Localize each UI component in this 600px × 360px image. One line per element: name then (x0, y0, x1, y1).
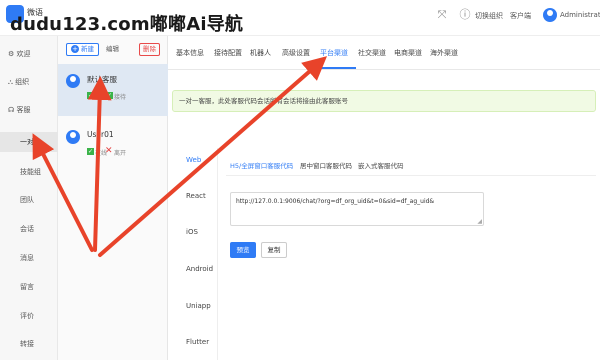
status-tag: 接待 (114, 94, 127, 101)
edit-button[interactable]: 编辑 (103, 43, 122, 56)
platform-tabs: Web React iOS Android Uniapp Flutter (168, 148, 218, 360)
nav-sessions[interactable]: 会话 (0, 219, 58, 239)
platform-flutter[interactable]: Flutter (186, 338, 209, 346)
agent-item-user01[interactable]: User01 ✓ 在线 ✕ 离开 (58, 120, 168, 172)
check-icon: ✓ (106, 92, 113, 99)
platform-ios[interactable]: iOS (186, 228, 198, 236)
nav-leave-message[interactable]: 留言 (0, 277, 58, 297)
tab-overseas-channels[interactable]: 海外渠道 (430, 48, 458, 58)
cross-icon: ✕ (105, 146, 113, 156)
nav-service[interactable]: ☊ 客服 (0, 100, 58, 120)
info-notice: 一对一客服，此处客服代码会话所有会话将接由此客服账号 (172, 90, 596, 112)
platform-android[interactable]: Android (186, 265, 213, 273)
code-text: http://127.0.0.1:9006/chat/?org=df_org_u… (236, 198, 435, 205)
status-tag: 离开 (114, 150, 127, 157)
delete-button[interactable]: 删除 (139, 43, 160, 56)
tab-ecommerce-channels[interactable]: 电商渠道 (394, 48, 422, 58)
tab-reception[interactable]: 接待配置 (214, 48, 242, 58)
tab-platform-channels[interactable]: 平台渠道 (320, 48, 348, 58)
left-nav: ⚙ 欢迎 ⛬ 组织 ☊ 客服 一对一 技能组 团队 会话 消息 留言 评价 转接 (0, 36, 58, 360)
platform-uniapp[interactable]: Uniapp (186, 302, 211, 310)
agent-name: 默认客服 (87, 75, 117, 84)
new-button[interactable]: + 新建 (66, 43, 99, 56)
nav-transfer[interactable]: 转接 (0, 334, 58, 354)
check-icon: ✓ (87, 92, 94, 99)
tab-basic-info[interactable]: 基本信息 (176, 48, 204, 58)
expand-icon[interactable]: ⤧ (436, 9, 448, 21)
user-avatar[interactable] (543, 8, 557, 22)
client-link[interactable]: 客户端 (510, 11, 531, 21)
info-icon: ⓘ (459, 8, 471, 21)
settings-tabs: 基本信息 接待配置 机器人 高级设置 平台渠道 社交渠道 电商渠道 海外渠道 (168, 36, 600, 70)
plus-icon: + (71, 45, 79, 53)
tab-robot[interactable]: 机器人 (250, 48, 271, 58)
nav-messages[interactable]: 消息 (0, 248, 58, 268)
tab-embedded-code[interactable]: 嵌入式客服代码 (358, 160, 404, 170)
active-tab-indicator (320, 67, 356, 69)
nav-rating[interactable]: 评价 (0, 306, 58, 326)
tab-advanced[interactable]: 高级设置 (282, 48, 310, 58)
tab-social-channels[interactable]: 社交渠道 (358, 48, 386, 58)
platform-web[interactable]: Web (186, 156, 201, 164)
code-type-tabs: H5/全屏窗口客服代码 居中窗口客服代码 嵌入式客服代码 (226, 154, 596, 176)
platform-react[interactable]: React (186, 192, 206, 200)
nav-welcome[interactable]: ⚙ 欢迎 (0, 44, 58, 64)
nav-team[interactable]: 团队 (0, 190, 58, 210)
avatar (66, 74, 80, 88)
code-textarea[interactable]: http://127.0.0.1:9006/chat/?org=df_org_u… (230, 192, 484, 226)
switch-org-button[interactable]: 切换组织 (475, 11, 503, 21)
main-content: 基本信息 接待配置 机器人 高级设置 平台渠道 社交渠道 电商渠道 海外渠道 一… (168, 36, 600, 360)
tab-h5-code[interactable]: H5/全屏窗口客服代码 (230, 160, 293, 170)
preview-button[interactable]: 预览 (230, 242, 256, 258)
nav-one-to-one[interactable]: 一对一 (0, 132, 58, 152)
check-icon: ✓ (87, 148, 94, 155)
nav-skill-group[interactable]: 技能组 (0, 162, 58, 182)
tab-centered-code[interactable]: 居中窗口客服代码 (300, 160, 352, 170)
resize-handle-icon[interactable]: ◢ (477, 218, 482, 225)
user-name[interactable]: Administrator (560, 11, 600, 19)
copy-button[interactable]: 复制 (261, 242, 287, 258)
gear-icon: ⚙ (8, 50, 17, 58)
nav-org[interactable]: ⛬ 组织 (0, 72, 58, 92)
agent-list-panel: + 新建 编辑 删除 默认客服 ✓ 在线 ✓ 接待 User01 ✓ 在线 ✕ 离… (58, 36, 168, 360)
agent-name: User01 (87, 130, 114, 139)
avatar (66, 130, 80, 144)
watermark: dudu123.com嘟嘟Ai导航 (10, 14, 244, 35)
agent-item-default[interactable]: 默认客服 ✓ 在线 ✓ 接待 (58, 64, 168, 116)
